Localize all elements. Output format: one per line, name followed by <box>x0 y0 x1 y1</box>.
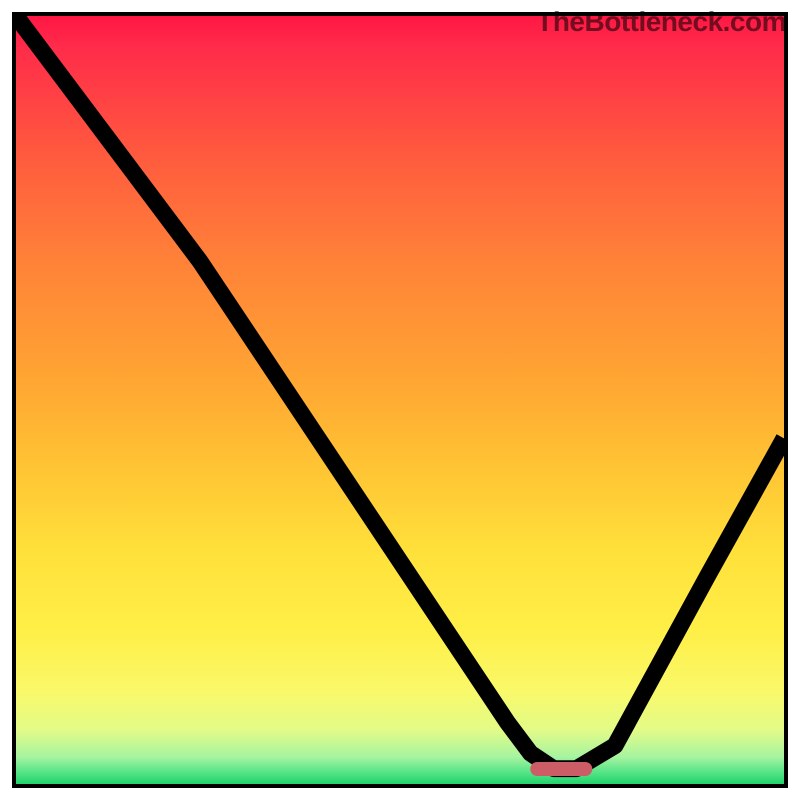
plot-area <box>12 12 788 788</box>
optimal-range-marker <box>531 762 592 776</box>
bottleneck-curve <box>16 16 784 784</box>
chart-container: TheBottleneck.com <box>0 0 800 800</box>
watermark-text: TheBottleneck.com <box>536 6 786 38</box>
